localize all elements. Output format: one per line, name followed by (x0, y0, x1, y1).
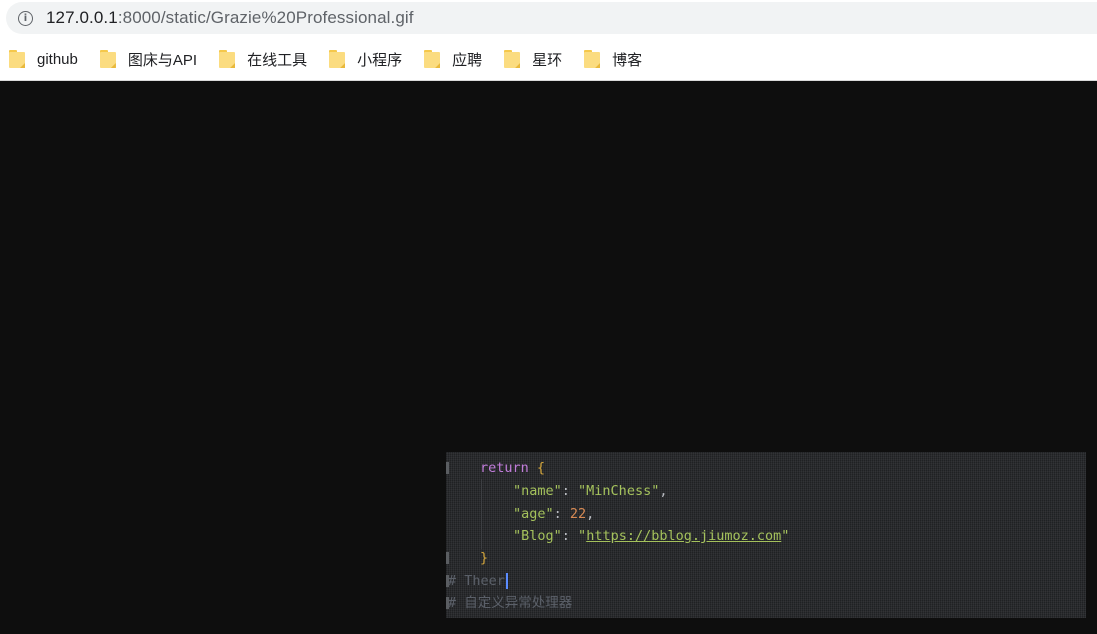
folder-icon (329, 50, 346, 68)
folder-icon (219, 50, 236, 68)
bookmark-image-api[interactable]: 图床与API (99, 45, 198, 73)
bookmark-label: 星环 (532, 51, 563, 69)
folder-icon (584, 50, 601, 68)
bookmark-label: 在线工具 (247, 51, 308, 69)
code-editor-gif: return { "name": "MinChess", "age": 22, … (446, 452, 1086, 618)
text-caret (505, 573, 508, 589)
code-line-close-brace: } (480, 550, 489, 566)
gutter-mark (446, 462, 449, 474)
url-host: 127.0.0.1 (46, 8, 118, 27)
code-line-name: "name": "MinChess", (513, 483, 668, 499)
url-path: :8000/static/Grazie%20Professional.gif (117, 8, 414, 27)
folder-icon (504, 50, 521, 68)
bookmarks-bar: github 图床与API 在线工具 小程序 应聘 星环 博客 (0, 40, 642, 78)
url-text[interactable]: 127.0.0.1:8000/static/Grazie%20Professio… (46, 8, 414, 28)
folder-icon (424, 50, 441, 68)
bookmark-online-tools[interactable]: 在线工具 (219, 45, 307, 73)
address-bar[interactable]: i 127.0.0.1:8000/static/Grazie%20Profess… (6, 2, 1097, 34)
code-line-comment: # 自定义异常处理器 (448, 595, 573, 611)
code-line-comment-typing: # Theer (448, 570, 508, 592)
bookmark-label: 博客 (612, 51, 643, 69)
bookmark-xinghuan[interactable]: 星环 (504, 45, 562, 73)
gutter-mark (446, 552, 449, 564)
bookmark-label: 应聘 (452, 51, 483, 69)
code-line-blog: "Blog": "https://bblog.jiumoz.com" (513, 528, 790, 544)
bookmark-mini-program[interactable]: 小程序 (329, 45, 402, 73)
bookmark-jobs[interactable]: 应聘 (424, 45, 482, 73)
bookmark-github[interactable]: github (9, 45, 78, 73)
blog-url-link[interactable]: https://bblog.jiumoz.com (586, 528, 781, 544)
info-circle-icon[interactable]: i (18, 10, 33, 26)
folder-icon (99, 50, 116, 68)
code-line-age: "age": 22, (513, 506, 595, 522)
bookmark-label: 图床与API (127, 51, 198, 69)
browser-chrome: i 127.0.0.1:8000/static/Grazie%20Profess… (0, 0, 1097, 81)
indent-guide (481, 479, 482, 549)
folder-icon (9, 50, 25, 68)
bookmark-label: 小程序 (357, 51, 403, 69)
bookmark-blog[interactable]: 博客 (584, 45, 642, 73)
code-line-return: return { (480, 460, 546, 476)
bookmark-label: github (37, 50, 78, 68)
